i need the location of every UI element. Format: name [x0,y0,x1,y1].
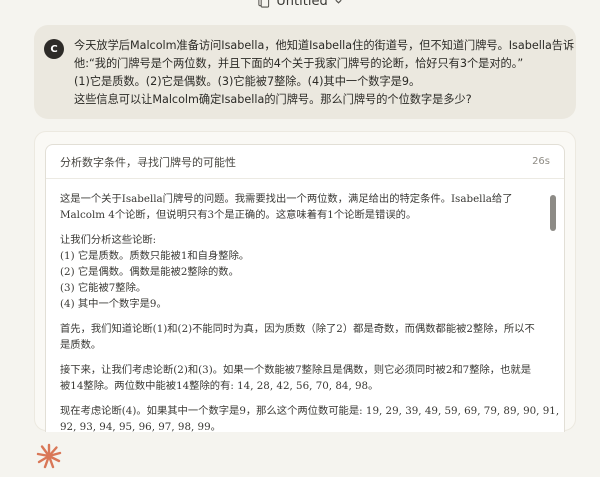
text-line: 被14整除。两位数中能被14整除的有: 14, 28, 42, 56, 70, … [60,380,379,392]
text-line: 是质数。 [60,339,102,351]
thinking-paragraph: 首先，我们知道论断(1)和(2)不能同时为真，因为质数（除了2）都是奇数，而偶数… [60,321,540,353]
chevron-down-icon [335,0,342,4]
text-line: Malcolm 4个论断，但说明只有3个是正确的。这意味着有1个论断是错误的。 [60,209,417,221]
text-line: 让我们分析这些论断: [60,234,157,246]
user-message-line: 这些信息可以让Malcolm确定Isabella的门牌号。那么门牌号的个位数字是… [74,93,472,106]
document-icon [258,0,270,8]
thinking-body: 这是一个关于Isabella门牌号的问题。我需要找出一个两位数，满足给出的特定条… [60,191,560,432]
user-message-line: 他:“我的门牌号是个两位数，并且下面的4个关于我家门牌号的论断，恰好只有3个是对… [74,57,524,70]
assistant-message: 分析数字条件，寻找门牌号的可能性 26s 这是一个关于Isabella门牌号的问… [34,131,576,432]
chat-title-menu[interactable]: Untitled [257,0,342,9]
thinking-panel: 分析数字条件，寻找门牌号的可能性 26s 这是一个关于Isabella门牌号的问… [45,144,565,432]
text-line: 接下来，让我们考虑论断(2)和(3)。如果一个数能被7整除且是偶数，则它必须同时… [60,364,531,376]
text-line: (1) 它是质数。质数只能被1和自身整除。 [60,250,250,262]
user-message-line: (1)它是质数。(2)它是偶数。(3)它能被7整除。(4)其中一个数字是9。 [74,75,421,88]
thinking-elapsed: 26s [532,156,550,167]
thinking-paragraph: 接下来，让我们考虑论断(2)和(3)。如果一个数能被7整除且是偶数，则它必须同时… [60,362,540,394]
thinking-title: 分析数字条件，寻找门牌号的可能性 [60,155,236,169]
top-bar: Untitled [0,0,600,16]
thinking-paragraph: 这是一个关于Isabella门牌号的问题。我需要找出一个两位数，满足给出的特定条… [60,191,540,223]
thinking-paragraph: 现在考虑论断(4)。如果其中一个数字是9，那么这个两位数可能是: 19, 29,… [60,403,560,432]
avatar: C [44,39,64,59]
scrollbar-thumb[interactable] [550,195,556,231]
text-line: 现在考虑论断(4)。如果其中一个数字是9，那么这个两位数可能是: 19, 29,… [60,405,560,417]
user-message: C 今天放学后Malcolm准备访问Isabella，他知道Isabella住的… [34,25,576,119]
text-line: (4) 其中一个数字是9。 [60,298,167,310]
chat-title: Untitled [276,0,328,9]
text-line: (3) 它能被7整除。 [60,282,147,294]
user-message-line: 今天放学后Malcolm准备访问Isabella，他知道Isabella住的街道… [74,39,575,52]
text-line: (2) 它是偶数。偶数是能被2整除的数。 [60,266,239,278]
text-line: 这是一个关于Isabella门牌号的问题。我需要找出一个两位数，满足给出的特定条… [60,193,513,205]
claude-sparkle-icon [36,443,62,469]
thinking-header[interactable]: 分析数字条件，寻找门牌号的可能性 26s [46,145,564,179]
thinking-paragraph: 让我们分析这些论断: (1) 它是质数。质数只能被1和自身整除。 (2) 它是偶… [60,232,540,312]
text-line: 92, 93, 94, 95, 96, 97, 98, 99。 [60,421,221,432]
text-line: 首先，我们知道论断(1)和(2)不能同时为真，因为质数（除了2）都是奇数，而偶数… [60,323,535,335]
